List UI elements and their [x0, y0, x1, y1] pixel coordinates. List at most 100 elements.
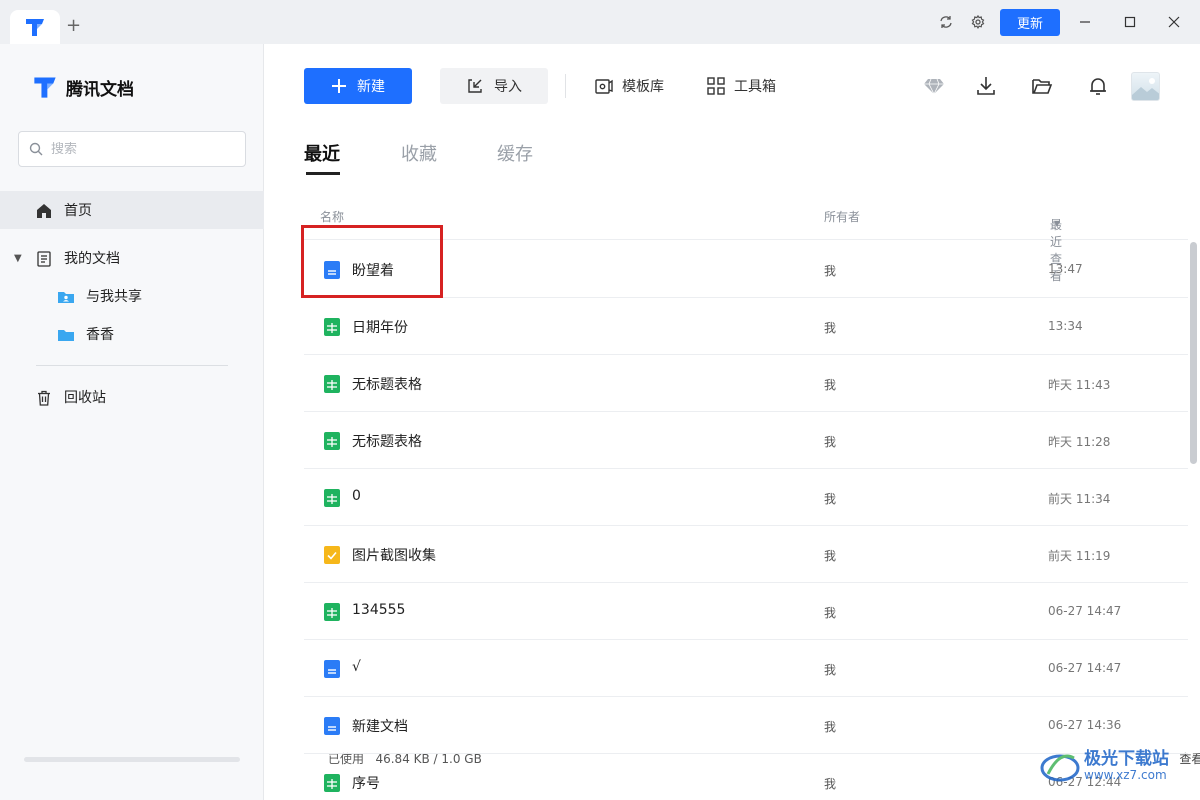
toolbar-divider [565, 74, 566, 98]
tab-cache[interactable]: 缓存 [497, 140, 533, 166]
folder-icon [57, 326, 75, 344]
watermark-title: 极光下载站 [1084, 749, 1169, 769]
sidebar-item-label: 我的文档 [64, 251, 120, 267]
plus-icon [332, 79, 346, 93]
home-icon [35, 202, 53, 220]
table-row[interactable]: 0 我 前天 11:34 [304, 469, 1188, 526]
table-header: 名称 所有者 最近查看 ▾ [304, 200, 1188, 283]
watermark-text: 极光下载站 www.xz7.com [1084, 750, 1169, 782]
sheet-file-icon [323, 432, 341, 450]
doc-file-icon [323, 660, 341, 678]
sidebar-item-my-docs[interactable]: ▼ 我的文档 [0, 239, 264, 277]
grid-icon [707, 77, 725, 95]
toolbox-label: 工具箱 [734, 79, 776, 95]
templates-button[interactable]: 模板库 [594, 68, 664, 104]
watermark-url: www.xz7.com [1084, 768, 1167, 782]
update-button[interactable]: 更新 [1000, 9, 1060, 36]
file-last-viewed: 昨天 11:28 [1048, 435, 1111, 449]
table-row[interactable]: √ 我 06-27 14:47 [304, 640, 1188, 697]
sidebar-item-trash[interactable]: 回收站 [0, 378, 264, 416]
sidebar-divider [36, 365, 228, 366]
table-row[interactable]: 无标题表格 我 昨天 11:43 [304, 355, 1188, 412]
table-row[interactable]: 图片截图收集 我 前天 11:19 [304, 526, 1188, 583]
file-name: √ [352, 659, 361, 675]
file-name: 图片截图收集 [352, 548, 436, 564]
avatar[interactable] [1131, 72, 1160, 101]
brand[interactable]: 腾讯文档 [32, 74, 134, 100]
new-button[interactable]: 新建 [304, 68, 412, 104]
table-row[interactable]: 无标题表格 我 昨天 11:28 [304, 412, 1188, 469]
close-icon[interactable] [1165, 13, 1183, 31]
tab-recent[interactable]: 最近 [304, 140, 340, 166]
templates-label: 模板库 [622, 79, 664, 95]
table-row[interactable]: 盼望着 我 13:47 [304, 241, 1188, 298]
search-input[interactable] [51, 141, 231, 157]
sheet-file-icon [323, 603, 341, 621]
file-owner: 我 [824, 663, 837, 677]
import-button[interactable]: 导入 [440, 68, 548, 104]
brand-name: 腾讯文档 [66, 79, 134, 100]
sidebar-item-label: 香香 [86, 327, 114, 343]
document-icon [35, 250, 53, 268]
watermark-logo-icon [1040, 754, 1080, 782]
sidebar-item-label: 回收站 [64, 390, 106, 406]
storage-usage: 已使用 46.84 KB / 1.0 GB 查看 › [24, 750, 1200, 766]
toolbox-button[interactable]: 工具箱 [706, 68, 776, 104]
column-header-owner[interactable]: 所有者 [824, 208, 860, 225]
sidebar-item-shared[interactable]: 与我共享 [0, 277, 264, 315]
maximize-icon[interactable] [1121, 13, 1139, 31]
scrollbar[interactable] [1190, 242, 1197, 464]
import-button-label: 导入 [494, 79, 522, 95]
file-owner: 我 [824, 264, 837, 278]
folder-open-icon[interactable] [1030, 74, 1054, 98]
file-last-viewed: 前天 11:19 [1048, 549, 1111, 563]
file-name: 无标题表格 [352, 377, 422, 393]
sidebar-item-home[interactable]: 首页 [0, 191, 264, 229]
sidebar-item-folder[interactable]: 香香 [0, 315, 264, 353]
search-box[interactable] [18, 131, 246, 167]
file-owner: 我 [824, 549, 837, 563]
file-owner: 我 [824, 435, 837, 449]
table-row[interactable]: 日期年份 我 13:34 [304, 298, 1188, 355]
download-icon[interactable] [974, 74, 998, 98]
new-tab-button[interactable]: + [66, 16, 81, 36]
form-file-icon [323, 546, 341, 564]
file-owner: 我 [824, 378, 837, 392]
collapse-caret-icon[interactable]: ▼ [14, 253, 22, 264]
new-button-label: 新建 [357, 79, 385, 95]
column-header-name[interactable]: 名称 [320, 208, 344, 225]
file-name: 序号 [352, 776, 380, 792]
sheet-file-icon [323, 375, 341, 393]
avatar-image-icon [1132, 78, 1159, 100]
file-last-viewed: 前天 11:34 [1048, 492, 1111, 506]
doc-file-icon [323, 261, 341, 279]
diamond-icon[interactable] [922, 74, 946, 98]
file-name: 盼望着 [352, 263, 394, 279]
sidebar-item-label: 首页 [64, 203, 92, 219]
file-last-viewed: 13:47 [1048, 262, 1083, 276]
file-last-viewed: 06-27 14:36 [1048, 718, 1122, 732]
file-name: 134555 [352, 602, 406, 618]
doc-file-icon [323, 717, 341, 735]
sheet-file-icon [323, 774, 341, 792]
tab-favorites[interactable]: 收藏 [401, 140, 437, 166]
file-last-viewed: 昨天 11:43 [1048, 378, 1111, 392]
refresh-icon[interactable] [938, 14, 954, 30]
import-icon [468, 79, 482, 93]
search-icon [29, 142, 43, 156]
app-tab[interactable] [10, 10, 60, 44]
table-row[interactable]: 134555 我 06-27 14:47 [304, 583, 1188, 640]
table-row[interactable]: 新建文档 我 06-27 14:36 [304, 697, 1188, 754]
template-icon [595, 79, 613, 94]
file-owner: 我 [824, 606, 837, 620]
sheet-file-icon [323, 318, 341, 336]
file-owner: 我 [824, 321, 837, 335]
file-last-viewed: 06-27 14:47 [1048, 604, 1122, 618]
sort-down-icon: ▾ [1054, 216, 1061, 230]
file-last-viewed: 06-27 14:47 [1048, 661, 1122, 675]
bell-icon[interactable] [1086, 74, 1110, 98]
watermark: 极光下载站 www.xz7.com [1040, 748, 1169, 784]
file-last-viewed: 13:34 [1048, 319, 1083, 333]
minimize-icon[interactable] [1076, 13, 1094, 31]
settings-icon[interactable] [970, 14, 986, 30]
